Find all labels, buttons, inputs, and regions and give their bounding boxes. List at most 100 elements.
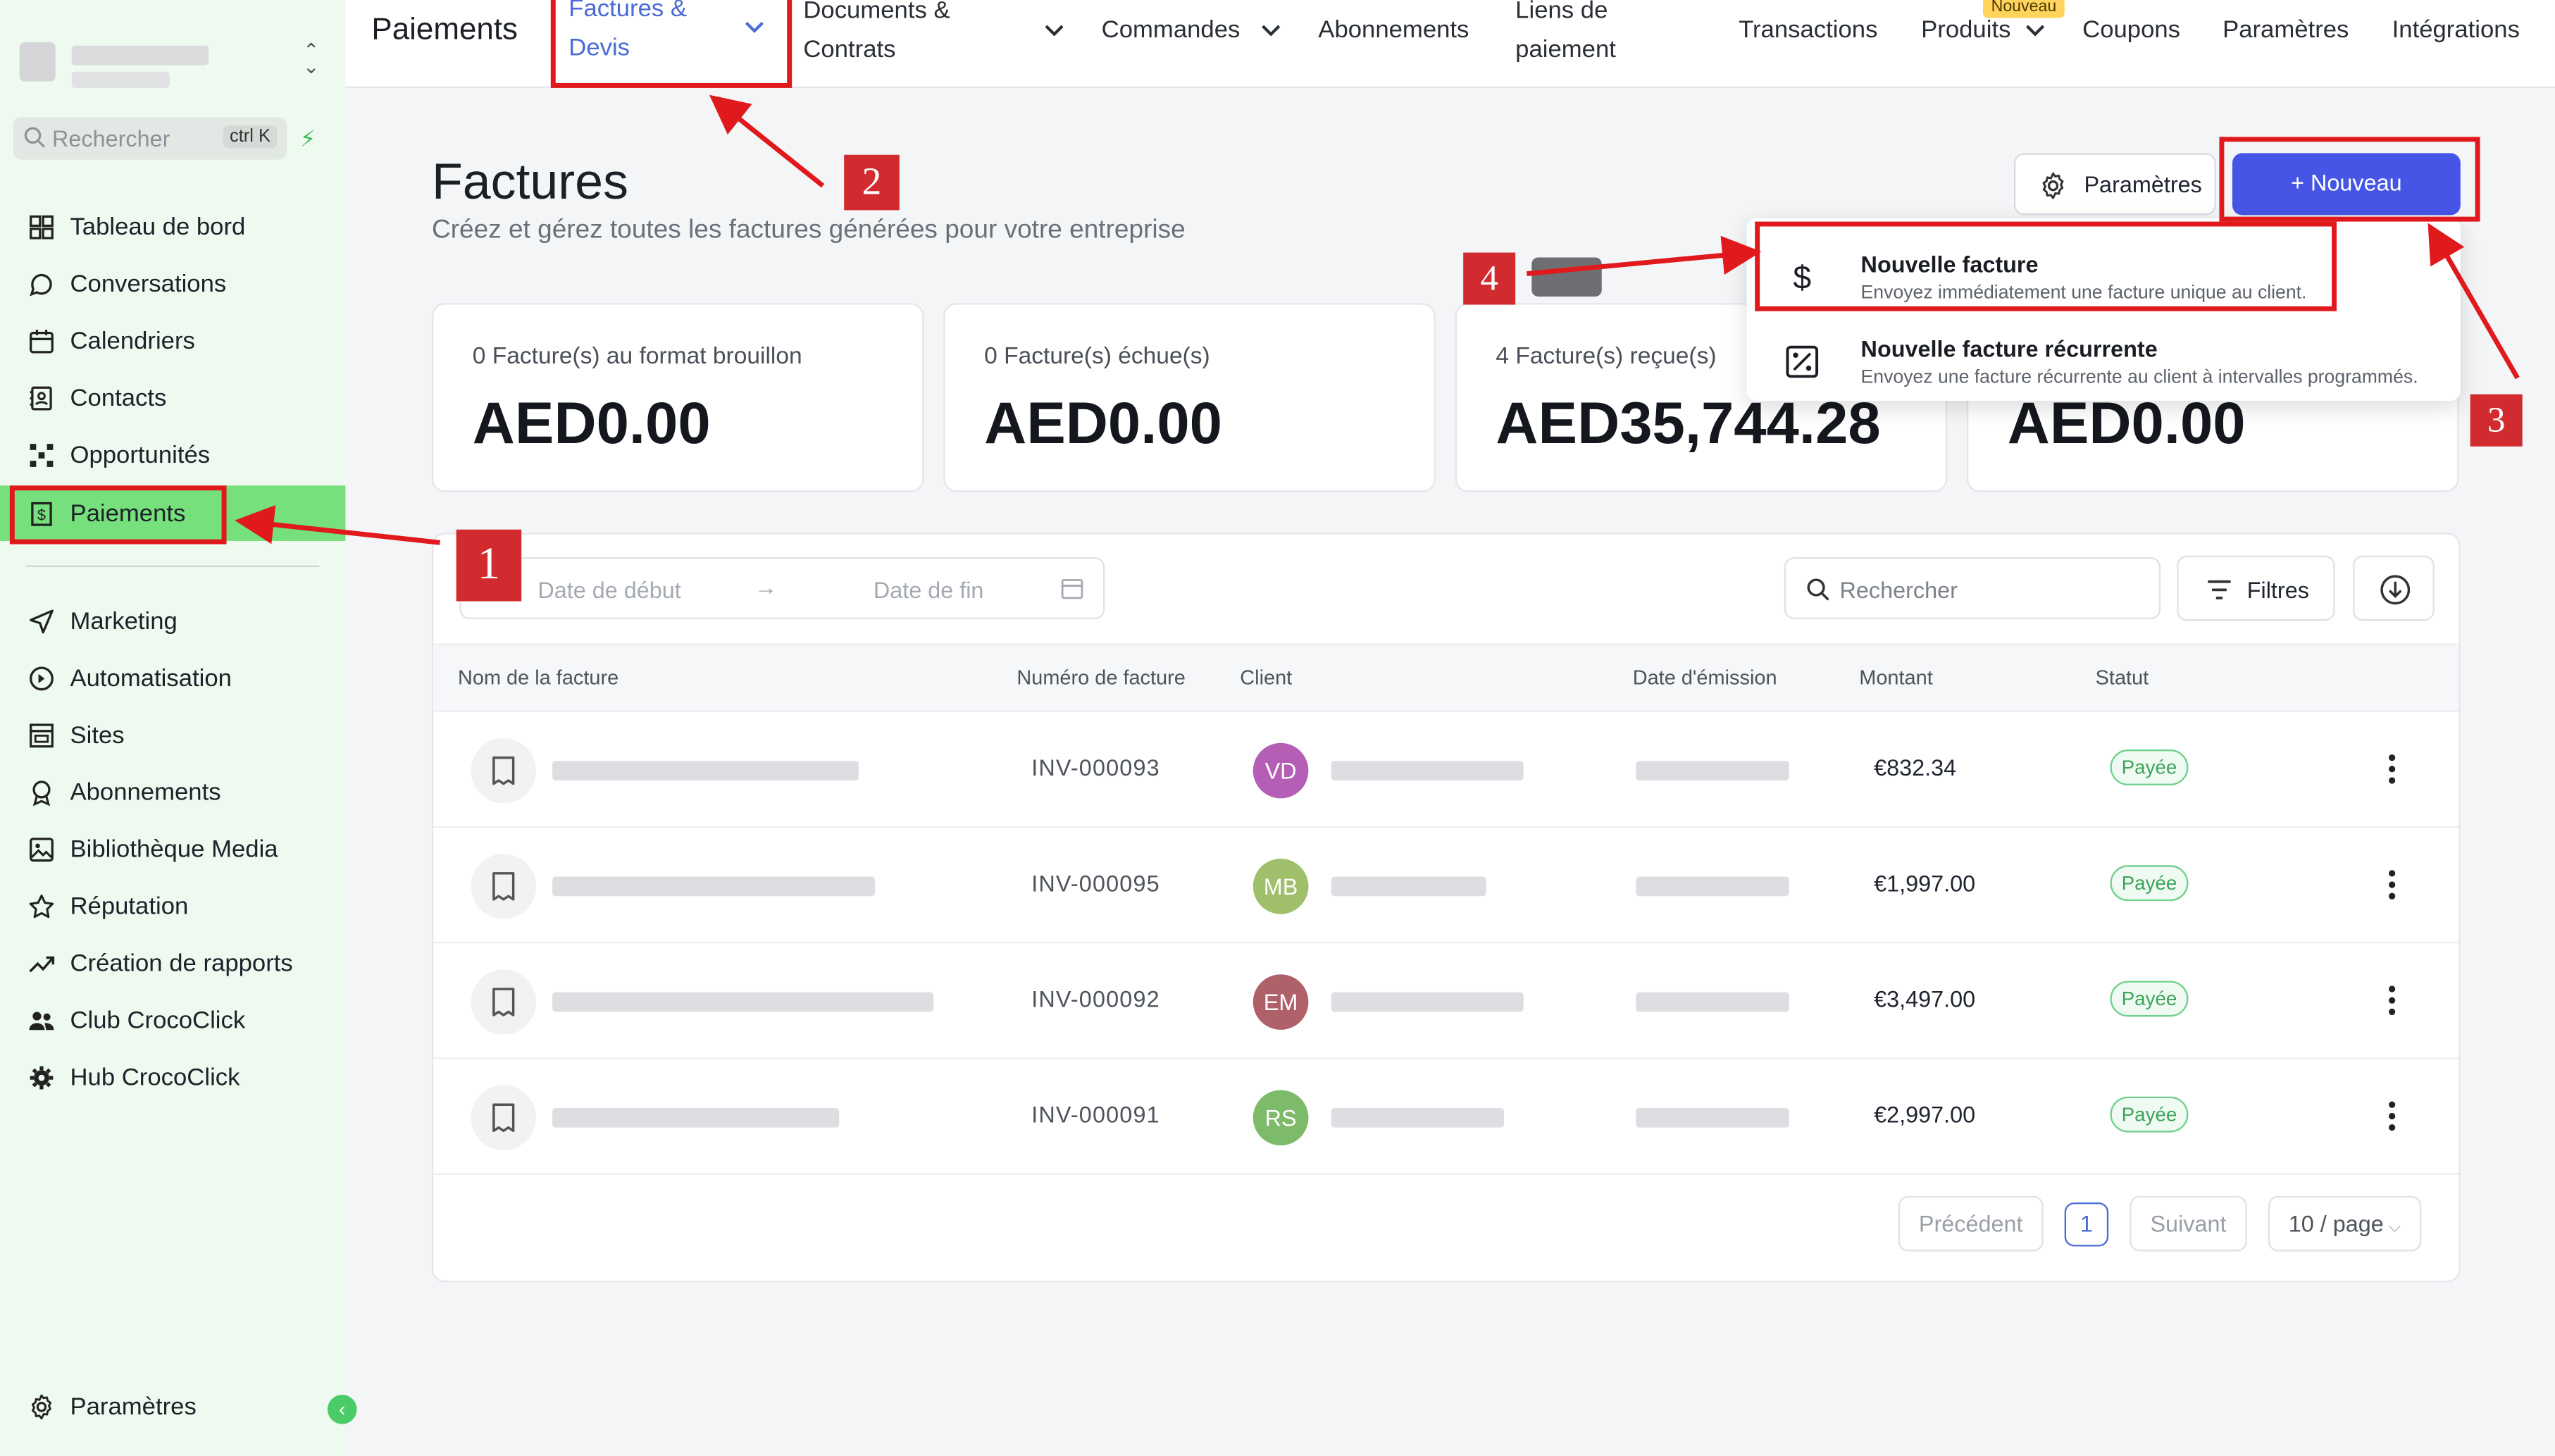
filters-button[interactable]: Filtres	[2177, 555, 2335, 621]
sidebar-item-sites[interactable]: Sites	[0, 711, 345, 759]
stat-card-drafts: 0 Facture(s) au format brouillon AED0.00	[431, 303, 924, 492]
sidebar-settings-label: Paramètres	[70, 1393, 197, 1421]
menu-item-title: Nouvelle facture récurrente	[1860, 335, 2158, 362]
sidebar-item-hub[interactable]: Hub CrocoClick	[0, 1052, 345, 1101]
workspace-switcher[interactable]: ⌃ ⌄	[16, 36, 325, 94]
table-row[interactable]: INV-000095 MB €1,997.00 Payée	[433, 828, 2459, 944]
column-header: Statut	[2095, 666, 2149, 690]
table-row[interactable]: INV-000091 RS €2,997.00 Payée	[433, 1059, 2459, 1175]
invoice-row-icon	[471, 1085, 537, 1151]
more-vertical-icon[interactable]	[2377, 864, 2407, 906]
tab-settings[interactable]: Paramètres	[2223, 11, 2349, 51]
receipt-icon	[492, 1103, 515, 1133]
table-search-input[interactable]: Rechercher	[1784, 557, 2161, 619]
workspace-subname-blurred	[71, 71, 170, 88]
tab-label: Coupons	[2082, 16, 2181, 44]
sidebar-item-subscriptions[interactable]: Abonnements	[0, 767, 345, 816]
invoice-number: INV-000095	[1031, 870, 1160, 897]
start-date-field[interactable]: Date de début	[537, 577, 680, 603]
sidebar-item-automation[interactable]: Automatisation	[0, 654, 345, 702]
invoice-row-icon	[471, 969, 537, 1035]
tab-orders[interactable]: Commandes	[1102, 11, 1241, 51]
end-date-field[interactable]: Date de fin	[874, 577, 984, 603]
tab-documents-contracts[interactable]: Documents & Contrats	[803, 0, 950, 70]
invoice-number: INV-000091	[1031, 1101, 1160, 1128]
sidebar-item-label: Conversations	[70, 270, 227, 299]
sidebar-item-contacts[interactable]: Contacts	[0, 373, 345, 422]
receipt-icon	[492, 988, 515, 1016]
page-size-select[interactable]: 10 / page ⌵	[2268, 1195, 2422, 1252]
pagination-prev-button[interactable]: Précédent	[1898, 1195, 2044, 1252]
download-button[interactable]	[2353, 555, 2435, 621]
sidebar-divider	[26, 565, 320, 567]
status-badge: Payée	[2110, 1096, 2189, 1133]
sidebar-item-label: Automatisation	[70, 664, 232, 693]
sidebar-item-label: Club CrocoClick	[70, 1007, 246, 1035]
download-icon	[2380, 575, 2411, 605]
tab-integrations[interactable]: Intégrations	[2392, 11, 2520, 51]
tab-subscriptions[interactable]: Abonnements	[1318, 11, 1469, 51]
sidebar-item-media-library[interactable]: Bibliothèque Media	[0, 824, 345, 873]
stat-card-overdue: 0 Facture(s) échue(s) AED0.00	[943, 303, 1436, 492]
pagination-page-1[interactable]: 1	[2064, 1202, 2109, 1247]
column-header: Date d'émission	[1632, 666, 1777, 690]
menu-item-recurring-invoice[interactable]: Nouvelle facture récurrente Envoyez une …	[1747, 316, 2461, 401]
tab-label-line2: Contrats	[803, 35, 896, 64]
redacted-tooltip	[1531, 257, 1602, 297]
lightning-icon[interactable]: ⚡	[300, 125, 320, 151]
sidebar-item-marketing[interactable]: Marketing	[0, 597, 345, 645]
column-header: Numéro de facture	[1017, 666, 1186, 690]
sidebar-item-calendars[interactable]: Calendriers	[0, 316, 345, 365]
client-name-blurred	[1331, 1107, 1504, 1128]
tab-label: Produits	[1921, 16, 2011, 44]
table-row[interactable]: INV-000092 EM €3,497.00 Payée	[433, 943, 2459, 1059]
chevron-updown-icon: ⌃ ⌄	[303, 39, 320, 79]
website-icon	[30, 723, 54, 748]
sidebar-search[interactable]: Rechercher ctrl K	[13, 117, 287, 160]
more-vertical-icon[interactable]	[2377, 748, 2407, 790]
dashboard-icon	[30, 215, 54, 239]
pagination-next-button[interactable]: Suivant	[2130, 1195, 2247, 1252]
settings-button[interactable]: Paramètres	[2013, 153, 2216, 216]
tab-label: Abonnements	[1318, 16, 1469, 44]
trend-chart-icon	[29, 956, 55, 973]
tab-products[interactable]: Produits	[1921, 11, 2010, 51]
more-vertical-icon[interactable]	[2377, 1095, 2407, 1137]
sidebar: ⌃ ⌄ Rechercher ctrl K ⚡ Tableau de bord C…	[0, 0, 357, 1456]
sidebar-item-club[interactable]: Club CrocoClick	[0, 995, 345, 1044]
invoice-number: INV-000092	[1031, 985, 1160, 1012]
page-subtitle: Créez et gérez toutes les factures génér…	[431, 216, 1186, 244]
table-search-placeholder: Rechercher	[1839, 576, 1958, 603]
invoice-name-blurred	[552, 876, 876, 897]
award-icon	[32, 780, 51, 807]
chevron-down-icon	[1045, 25, 1064, 37]
sidebar-item-label: Hub CrocoClick	[70, 1064, 240, 1092]
search-icon	[24, 127, 45, 148]
sidebar-item-conversations[interactable]: Conversations	[0, 259, 345, 308]
sidebar-item-settings[interactable]: Paramètres	[0, 1382, 345, 1431]
status-badge: Payée	[2110, 749, 2189, 785]
sidebar-item-opportunities[interactable]: Opportunités	[0, 430, 345, 479]
issue-date-blurred	[1636, 876, 1789, 897]
tab-payment-links[interactable]: Liens de paiement	[1515, 0, 1616, 70]
sidebar-item-reporting[interactable]: Création de rapports	[0, 938, 345, 987]
star-icon	[29, 894, 54, 919]
sidebar-item-reputation[interactable]: Réputation	[0, 881, 345, 930]
annotation-box-invoices-tab	[550, 0, 792, 88]
invoice-name-blurred	[552, 761, 859, 780]
send-icon	[30, 609, 54, 634]
more-vertical-icon[interactable]	[2377, 979, 2407, 1021]
tab-coupons[interactable]: Coupons	[2082, 11, 2180, 51]
annotation-box-payments	[9, 485, 227, 545]
stat-label: 0 Facture(s) au format brouillon	[472, 344, 802, 371]
table-row[interactable]: INV-000093 VD €832.34 Payée	[433, 712, 2459, 828]
stat-value: AED0.00	[984, 389, 1223, 456]
tab-transactions[interactable]: Transactions	[1739, 11, 1877, 51]
invoice-name-blurred	[552, 1107, 840, 1128]
invoice-row-icon	[471, 738, 537, 804]
users-icon	[29, 1012, 54, 1031]
chevron-down-icon	[1262, 25, 1281, 37]
sidebar-item-dashboard[interactable]: Tableau de bord	[0, 202, 345, 251]
collapse-sidebar-button[interactable]: ‹	[327, 1395, 357, 1424]
date-range-picker[interactable]: Date de début → Date de fin	[459, 557, 1105, 619]
